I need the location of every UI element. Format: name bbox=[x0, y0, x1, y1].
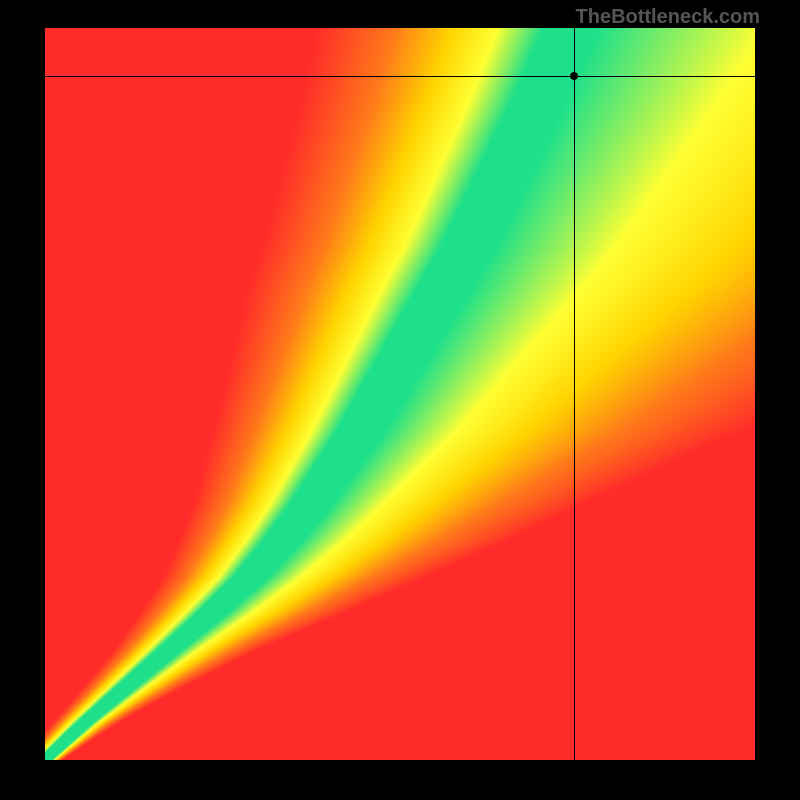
watermark-text: TheBottleneck.com bbox=[576, 6, 760, 29]
heatmap-canvas bbox=[45, 28, 755, 760]
crosshair-marker bbox=[570, 72, 578, 80]
crosshair-vertical bbox=[574, 28, 575, 760]
crosshair-horizontal bbox=[45, 76, 755, 77]
chart-container: TheBottleneck.com bbox=[0, 0, 800, 800]
heatmap-plot bbox=[45, 28, 755, 760]
